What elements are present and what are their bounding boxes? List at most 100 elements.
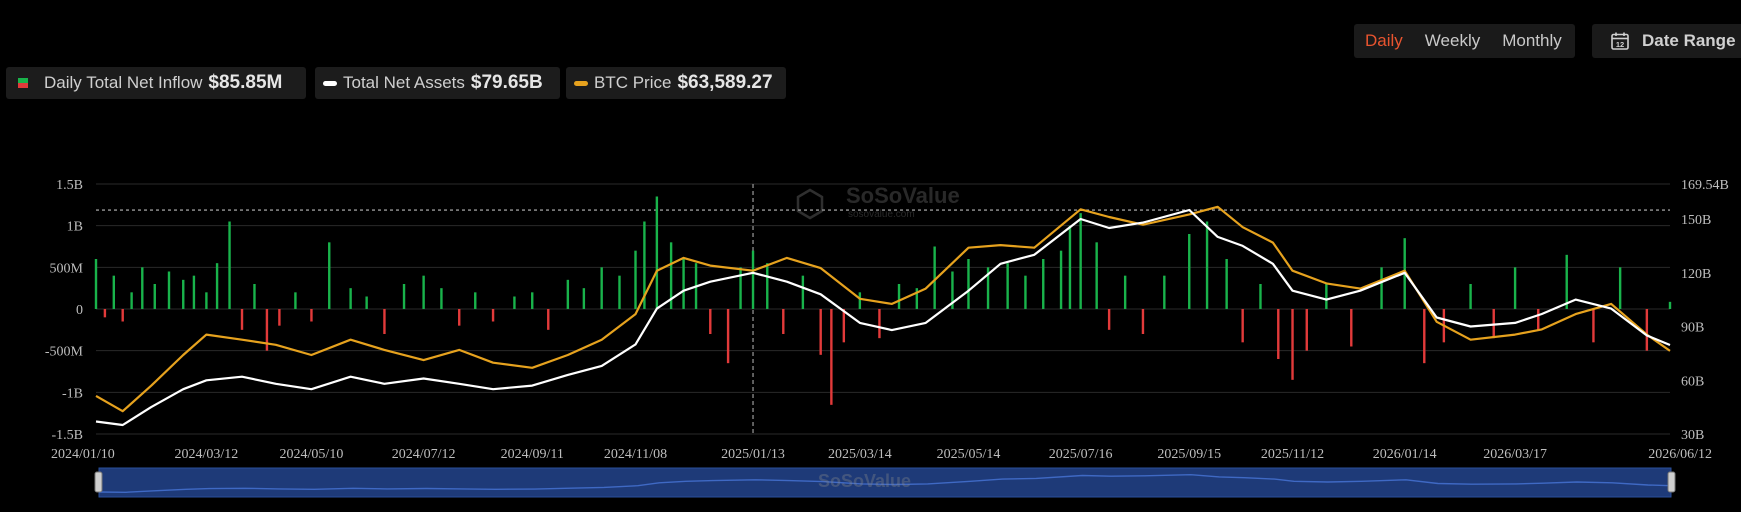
- inflow-bar: [474, 292, 477, 309]
- inflow-bar: [1024, 275, 1027, 309]
- inflow-bar: [215, 263, 219, 309]
- watermark-navigator: SoSoValue: [818, 471, 911, 491]
- inflow-bar: [1042, 259, 1045, 309]
- y-left-tick-label: -1.5B: [52, 428, 84, 443]
- inflow-bar: [858, 292, 862, 309]
- inflow-bar: [709, 309, 712, 334]
- inflow-bars: [94, 196, 1672, 405]
- inflow-bar: [402, 284, 406, 309]
- inflow-bar: [766, 263, 769, 309]
- inflow-bar: [531, 292, 534, 309]
- inflow-bar: [228, 221, 231, 309]
- inflow-bar: [801, 275, 805, 309]
- inflow-bar: [1291, 309, 1294, 380]
- inflow-bar: [897, 284, 901, 309]
- y-left-tick-label: 1.5B: [56, 178, 83, 193]
- watermark-logo-icon: [796, 188, 824, 220]
- inflow-bar: [153, 284, 156, 309]
- inflow-bar: [1123, 275, 1127, 309]
- inflow-bar: [192, 275, 196, 309]
- inflow-bar: [1668, 301, 1672, 309]
- grid-lines: [96, 183, 1670, 435]
- inflow-bar: [141, 267, 144, 309]
- inflow-bar: [739, 267, 742, 309]
- inflow-bar: [112, 275, 116, 309]
- inflow-bar: [167, 271, 171, 309]
- inflow-bar: [878, 309, 881, 339]
- inflow-bar: [310, 309, 313, 322]
- inflow-bar: [1513, 267, 1517, 309]
- y-left-tick-label: 500M: [50, 261, 84, 276]
- x-tick-label: 2025/09/15: [1157, 447, 1221, 462]
- inflow-bar: [1107, 309, 1111, 330]
- inflow-bar: [440, 288, 443, 309]
- navigator-left-handle[interactable]: [94, 471, 103, 493]
- inflow-bar: [1325, 284, 1328, 309]
- inflow-bar: [634, 250, 637, 309]
- x-tick-label: 2026/01/14: [1373, 447, 1437, 462]
- inflow-bar: [1469, 284, 1472, 309]
- inflow-bar: [1059, 250, 1063, 309]
- inflow-bar: [278, 309, 281, 326]
- inflow-bar: [682, 259, 685, 309]
- inflow-bar: [94, 259, 98, 309]
- range-navigator[interactable]: SoSoValue: [94, 467, 1676, 498]
- inflow-bar: [566, 279, 570, 309]
- inflow-bar: [422, 275, 425, 309]
- inflow-bar: [967, 259, 970, 309]
- x-tick-label: 2025/01/13: [721, 447, 785, 462]
- x-tick-label: 2025/11/12: [1261, 447, 1324, 462]
- y-left-tick-label: -500M: [45, 345, 84, 360]
- inflow-bar: [103, 309, 107, 318]
- watermark-text: SoSoValue: [846, 183, 960, 208]
- inflow-bar: [240, 309, 244, 330]
- y-right-tick-label: 150B: [1681, 213, 1711, 228]
- inflow-bar: [491, 309, 495, 322]
- inflow-bar: [655, 196, 659, 309]
- inflow-bar: [1565, 254, 1568, 309]
- inflow-bar: [1305, 309, 1308, 351]
- x-tick-label: 2024/01/10: [51, 447, 115, 462]
- inflow-bar: [383, 309, 386, 334]
- inflow-bar: [582, 288, 586, 309]
- inflow-bar: [1537, 309, 1540, 330]
- inflow-bar: [1079, 213, 1082, 309]
- inflow-bar: [365, 296, 368, 309]
- y-left-tick-label: 1B: [67, 220, 83, 235]
- inflow-bar: [182, 279, 185, 309]
- x-tick-label: 2024/11/08: [604, 447, 667, 462]
- x-tick-label: 2025/07/16: [1049, 447, 1113, 462]
- y-left-tick-label: 0: [76, 303, 83, 318]
- x-tick-label: 2025/05/14: [937, 447, 1001, 462]
- inflow-bar: [547, 309, 550, 330]
- navigator-right-handle[interactable]: [1667, 471, 1676, 493]
- inflow-bar: [1645, 309, 1649, 351]
- x-tick-label: 2025/03/14: [828, 447, 892, 462]
- inflow-bar: [1006, 263, 1009, 309]
- x-tick-label: 2026/03/17: [1483, 447, 1547, 462]
- inflow-bar: [253, 284, 256, 309]
- inflow-bar: [130, 292, 133, 309]
- y-right-tick-label: 30B: [1681, 428, 1704, 443]
- inflow-bar: [1423, 309, 1426, 364]
- inflow-bar: [1350, 309, 1353, 347]
- inflow-bar: [1592, 309, 1595, 343]
- inflow-bar: [294, 292, 297, 309]
- inflow-bar: [1380, 267, 1383, 309]
- inflow-bar: [819, 309, 822, 355]
- inflow-bar: [600, 267, 603, 309]
- etf-flow-chart: SoSoValue sosovalue.com 1.5B 1B 500M 0 -500M…: [45, 178, 1729, 498]
- axes: 1.5B 1B 500M 0 -500M -1B -1.5B 169.54B 150B 120B 9…: [45, 178, 1729, 462]
- watermarks: SoSoValue sosovalue.com: [796, 183, 960, 220]
- inflow-bar: [458, 309, 461, 326]
- inflow-bar: [1141, 309, 1145, 334]
- inflow-bar: [842, 309, 846, 343]
- x-tick-label: 2024/05/10: [280, 447, 344, 462]
- inflow-bar: [1277, 309, 1280, 359]
- watermark-main: SoSoValue sosovalue.com: [796, 183, 960, 220]
- inflow-bar: [1205, 221, 1209, 309]
- inflow-bar: [1618, 267, 1622, 309]
- inflow-bar: [1095, 242, 1098, 309]
- inflow-bar: [1068, 225, 1072, 309]
- inflow-bar: [349, 288, 352, 309]
